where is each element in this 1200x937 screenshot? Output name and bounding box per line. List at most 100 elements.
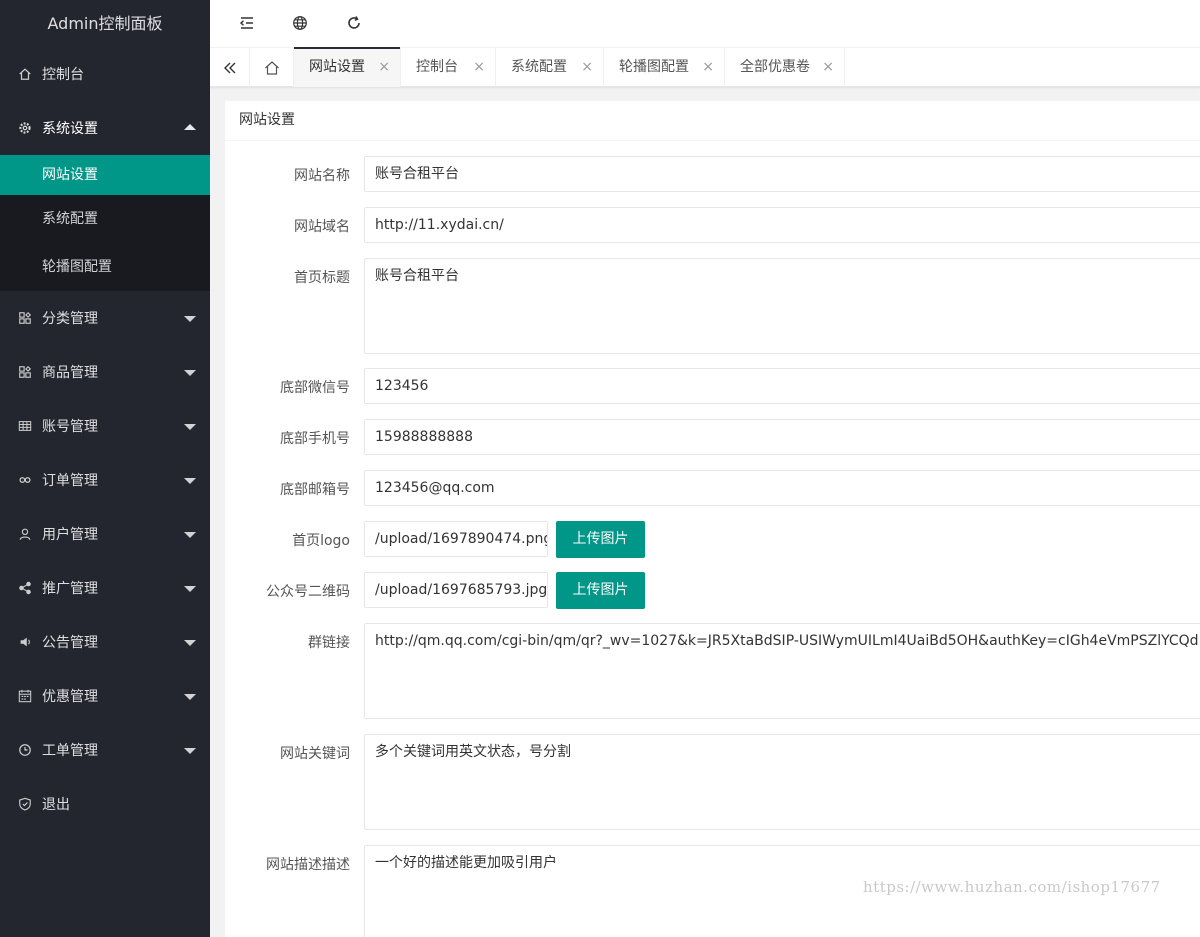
grid-icon [18, 419, 32, 433]
system-settings-submenu: 网站设置 系统配置 轮播图配置 [0, 155, 210, 291]
tab-all-coupons[interactable]: 全部优惠卷 × [725, 48, 845, 87]
field-label: 首页标题 [294, 270, 350, 286]
chevron-down-icon [184, 370, 196, 376]
sidebar-item-label: 优惠管理 [42, 689, 98, 705]
tab-home-icon[interactable] [250, 48, 294, 87]
field-label: 群链接 [308, 635, 350, 651]
tab-site-settings[interactable]: 网站设置 × [294, 47, 401, 87]
upload-qrcode-button[interactable]: 上传图片 [556, 572, 645, 609]
email-input[interactable]: 123456@qq.com [364, 470, 1200, 506]
sidebar-item-accounts[interactable]: 账号管理 [0, 399, 210, 453]
sidebar-item-tickets[interactable]: 工单管理 [0, 723, 210, 777]
keywords-textarea[interactable]: 多个关键词用英文状态，号分割 [364, 734, 1200, 830]
sidebar: Admin控制面板 控制台 系统设置 网站设置 系统配置 轮播图配置 分类管理 … [0, 0, 210, 937]
site-name-input[interactable]: 账号合租平台 [364, 156, 1200, 192]
globe-icon[interactable] [291, 14, 309, 32]
link-icon [18, 473, 32, 487]
shield-icon [18, 797, 32, 811]
chevron-down-icon [184, 316, 196, 322]
chevron-down-icon [184, 694, 196, 700]
tab-dashboard[interactable]: 控制台 × [401, 48, 496, 87]
home-title-textarea[interactable]: 账号合租平台 [364, 258, 1200, 354]
tab-label: 系统配置 [511, 59, 567, 75]
submenu-item-system-config[interactable]: 系统配置 [0, 195, 210, 243]
settings-card: 网站设置 网站名称 账号合租平台 网站域名 http://11.xydai.cn… [225, 101, 1200, 937]
sidebar-item-label: 退出 [42, 797, 70, 813]
top-header [210, 0, 1200, 47]
submenu-item-carousel-config[interactable]: 轮播图配置 [0, 243, 210, 291]
sidebar-item-label: 系统设置 [42, 121, 98, 137]
phone-input[interactable]: 15988888888 [364, 419, 1200, 455]
tab-label: 控制台 [416, 59, 458, 75]
close-icon[interactable]: × [822, 48, 834, 87]
field-label: 底部邮箱号 [280, 482, 350, 498]
share-icon [18, 581, 32, 595]
card-title: 网站设置 [225, 101, 1200, 141]
tab-carousel-config[interactable]: 轮播图配置 × [604, 48, 725, 87]
sidebar-item-label: 工单管理 [42, 743, 98, 759]
qrcode-path-input[interactable]: /upload/1697685793.jpg [364, 572, 548, 608]
calendar-icon [18, 689, 32, 703]
refresh-icon[interactable] [345, 14, 363, 32]
sidebar-item-coupons[interactable]: 优惠管理 [0, 669, 210, 723]
page-tabs-bar: 网站设置 × 控制台 × 系统配置 × 轮播图配置 × 全部优惠卷 × [210, 47, 1200, 87]
user-icon [18, 527, 32, 541]
tabs-scroll-left-icon[interactable] [210, 48, 250, 87]
sidebar-item-logout[interactable]: 退出 [0, 777, 210, 831]
field-label: 首页logo [292, 533, 350, 549]
apps-icon [18, 365, 32, 379]
menu-fold-icon[interactable] [238, 14, 256, 32]
sidebar-item-label: 用户管理 [42, 527, 98, 543]
sidebar-item-label: 公告管理 [42, 635, 98, 651]
field-label: 网站名称 [294, 168, 350, 184]
sidebar-item-promotion[interactable]: 推广管理 [0, 561, 210, 615]
submenu-item-site-settings[interactable]: 网站设置 [0, 155, 210, 195]
sidebar-item-products[interactable]: 商品管理 [0, 345, 210, 399]
speaker-icon [18, 635, 32, 649]
sidebar-item-label: 商品管理 [42, 365, 98, 381]
brand-title: Admin控制面板 [47, 14, 163, 33]
gear-icon [18, 121, 32, 135]
sidebar-item-label: 订单管理 [42, 473, 98, 489]
close-icon[interactable]: × [581, 48, 593, 87]
sidebar-item-label: 控制台 [42, 67, 84, 83]
tab-label: 全部优惠卷 [740, 59, 810, 75]
field-label: 底部手机号 [280, 431, 350, 447]
chevron-up-icon [184, 124, 196, 130]
home-icon [18, 67, 32, 81]
close-icon[interactable]: × [702, 48, 714, 87]
field-label: 底部微信号 [280, 380, 350, 396]
wechat-input[interactable]: 123456 [364, 368, 1200, 404]
sidebar-item-category[interactable]: 分类管理 [0, 291, 210, 345]
field-label: 公众号二维码 [266, 584, 350, 600]
field-label: 网站域名 [294, 219, 350, 235]
chevron-down-icon [184, 424, 196, 430]
group-link-textarea[interactable]: http://qm.qq.com/cgi-bin/qm/qr?_wv=1027&… [364, 623, 1200, 719]
close-icon[interactable]: × [473, 48, 485, 87]
sidebar-item-label: 账号管理 [42, 419, 98, 435]
chevron-down-icon [184, 478, 196, 484]
chevron-down-icon [184, 640, 196, 646]
site-domain-input[interactable]: http://11.xydai.cn/ [364, 207, 1200, 243]
upload-logo-button[interactable]: 上传图片 [556, 521, 645, 558]
sidebar-item-announcements[interactable]: 公告管理 [0, 615, 210, 669]
apps-icon [18, 311, 32, 325]
sidebar-item-dashboard[interactable]: 控制台 [0, 47, 210, 101]
chevron-down-icon [184, 748, 196, 754]
field-label: 网站描述描述 [266, 857, 350, 873]
sidebar-item-label: 推广管理 [42, 581, 98, 597]
sidebar-item-label: 分类管理 [42, 311, 98, 327]
tab-system-config[interactable]: 系统配置 × [496, 48, 604, 87]
sidebar-item-orders[interactable]: 订单管理 [0, 453, 210, 507]
tab-label: 网站设置 [309, 59, 365, 75]
logo-path-input[interactable]: /upload/1697890474.png [364, 521, 548, 557]
chevron-down-icon [184, 586, 196, 592]
clock-icon [18, 743, 32, 757]
sidebar-item-system-settings[interactable]: 系统设置 [0, 101, 210, 155]
sidebar-item-users[interactable]: 用户管理 [0, 507, 210, 561]
tab-label: 轮播图配置 [619, 59, 689, 75]
field-label: 网站关键词 [280, 746, 350, 762]
watermark-text: https://www.huzhan.com/ishop17677 [863, 878, 1161, 896]
chevron-down-icon [184, 532, 196, 538]
close-icon[interactable]: × [378, 48, 390, 87]
